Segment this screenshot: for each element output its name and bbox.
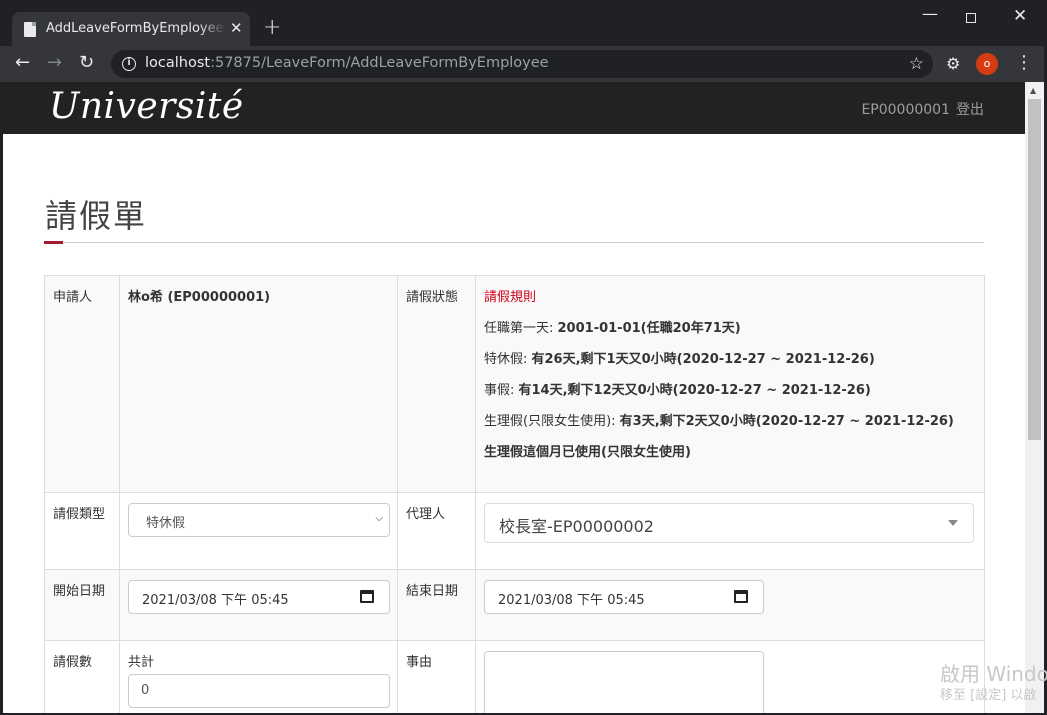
info-icon[interactable]: i bbox=[122, 57, 136, 71]
rule-line: 生理假(只限女生使用): 有3天,剩下2天又0小時(2020-12-27 ~ 2… bbox=[484, 414, 954, 429]
site-navbar: Université EP00000001 登出 bbox=[3, 82, 1025, 134]
minimize-icon[interactable]: — bbox=[922, 4, 938, 23]
page-title: 請假單 bbox=[45, 197, 148, 235]
rule-line: 事假: 有14天,剩下12天又0小時(2020-12-27 ~ 2021-12-… bbox=[484, 383, 871, 398]
tab-title: AddLeaveFormByEmployee - M bbox=[46, 21, 226, 36]
maximize-icon[interactable] bbox=[966, 13, 976, 23]
applicant-value: 林o希 (EP00000001) bbox=[119, 275, 398, 493]
heading-accent-bar bbox=[44, 241, 63, 244]
leave-type-label: 請假類型 bbox=[44, 492, 120, 570]
status-label: 請假狀態 bbox=[397, 275, 476, 493]
agent-cell: 校長室-EP00000002 bbox=[475, 492, 985, 570]
rule-line: 特休假: 有26天,剩下1天又0小時(2020-12-27 ~ 2021-12-… bbox=[484, 352, 875, 367]
agent-label: 代理人 bbox=[397, 492, 476, 570]
leave-type-value: 特休假 bbox=[146, 516, 186, 531]
total-input[interactable]: 0 bbox=[128, 674, 390, 708]
reason-cell bbox=[475, 640, 985, 713]
new-tab-button[interactable]: + bbox=[263, 15, 281, 41]
applicant-label: 申請人 bbox=[44, 275, 120, 493]
rules-title: 請假規則 bbox=[484, 290, 537, 305]
end-date-cell: 2021/03/08 下午 05:45 bbox=[475, 569, 985, 641]
scroll-up-arrow-icon[interactable]: ▲ bbox=[1030, 86, 1036, 95]
window-frame bbox=[0, 82, 3, 715]
agent-value: 校長室-EP00000002 bbox=[499, 517, 654, 536]
bookmark-star-icon[interactable]: ☆ bbox=[909, 54, 924, 74]
activation-watermark: 啟用 Windo bbox=[940, 662, 1047, 686]
end-date-value: 2021/03/08 下午 05:45 bbox=[498, 593, 645, 608]
browser-titlebar: AddLeaveFormByEmployee - M ✕ + — ✕ bbox=[0, 0, 1047, 46]
forward-arrow-icon[interactable]: → bbox=[47, 52, 62, 74]
extensions-puzzle-icon[interactable]: ⚙ bbox=[946, 54, 960, 73]
browser-menu-icon[interactable]: ⋮ bbox=[1015, 52, 1033, 74]
leave-type-select[interactable]: 特休假 ⌵ bbox=[128, 503, 390, 537]
leave-type-cell: 特休假 ⌵ bbox=[119, 492, 398, 570]
end-date-label: 結束日期 bbox=[397, 569, 476, 641]
address-bar[interactable]: i localhost:57875/LeaveForm/AddLeaveForm… bbox=[111, 50, 933, 78]
end-date-input[interactable]: 2021/03/08 下午 05:45 bbox=[484, 580, 764, 614]
leave-days-cell: 共計 0 bbox=[119, 640, 398, 713]
calendar-icon[interactable] bbox=[360, 590, 374, 603]
leave-days-label: 請假數 bbox=[44, 640, 120, 713]
agent-select[interactable]: 校長室-EP00000002 bbox=[484, 503, 974, 543]
back-arrow-icon[interactable]: ← bbox=[15, 52, 30, 74]
start-date-value: 2021/03/08 下午 05:45 bbox=[142, 593, 289, 608]
logout-link[interactable]: 登出 bbox=[956, 102, 984, 118]
caret-down-icon bbox=[948, 520, 958, 526]
total-label: 共計 bbox=[128, 655, 155, 670]
user-id-link[interactable]: EP00000001 bbox=[861, 102, 950, 118]
calendar-icon[interactable] bbox=[734, 590, 748, 603]
table-row: 請假數 共計 0 事由 bbox=[44, 640, 985, 713]
reload-icon[interactable]: ↻ bbox=[79, 52, 94, 74]
heading-divider bbox=[44, 242, 984, 243]
leave-rules-cell: 請假規則 任職第一天: 2001-01-01(任職20年71天) 特休假: 有2… bbox=[475, 275, 985, 493]
chevron-down-icon: ⌵ bbox=[375, 513, 383, 524]
page-viewport: Université EP00000001 登出 請假單 申請人 林o希 (EP0… bbox=[3, 82, 1025, 713]
table-row: 請假類型 特休假 ⌵ 代理人 校長室-EP00000002 bbox=[44, 492, 985, 570]
rule-line: 生理假這個月已使用(只限女生使用) bbox=[484, 445, 691, 460]
page-scrollbar[interactable]: ▲ bbox=[1025, 82, 1044, 713]
page-icon bbox=[24, 22, 36, 37]
brand-logo[interactable]: Université bbox=[49, 86, 244, 127]
browser-tab[interactable]: AddLeaveFormByEmployee - M ✕ bbox=[12, 12, 250, 46]
activation-watermark-sub: 移至 [設定] 以啟 bbox=[940, 688, 1037, 703]
user-menu[interactable]: EP00000001 登出 bbox=[855, 99, 984, 119]
start-date-input[interactable]: 2021/03/08 下午 05:45 bbox=[128, 580, 390, 614]
start-date-cell: 2021/03/08 下午 05:45 bbox=[119, 569, 398, 641]
leave-form-table: 申請人 林o希 (EP00000001) 請假狀態 請假規則 任職第一天: 20… bbox=[44, 275, 985, 713]
window-close-icon[interactable]: ✕ bbox=[1013, 6, 1027, 26]
url-text[interactable]: localhost:57875/LeaveForm/AddLeaveFormBy… bbox=[145, 55, 549, 71]
browser-toolbar: ← → ↻ i localhost:57875/LeaveForm/AddLea… bbox=[0, 46, 1047, 82]
reason-label: 事由 bbox=[397, 640, 476, 713]
profile-avatar[interactable]: o bbox=[976, 53, 998, 75]
scroll-thumb[interactable] bbox=[1028, 99, 1041, 440]
rule-line: 任職第一天: 2001-01-01(任職20年71天) bbox=[484, 321, 741, 336]
start-date-label: 開始日期 bbox=[44, 569, 120, 641]
tab-close-icon[interactable]: ✕ bbox=[230, 20, 243, 37]
reason-textarea[interactable] bbox=[484, 651, 764, 713]
table-row: 開始日期 2021/03/08 下午 05:45 結束日期 2021/03/08… bbox=[44, 569, 985, 641]
table-row: 申請人 林o希 (EP00000001) 請假狀態 請假規則 任職第一天: 20… bbox=[44, 275, 985, 493]
